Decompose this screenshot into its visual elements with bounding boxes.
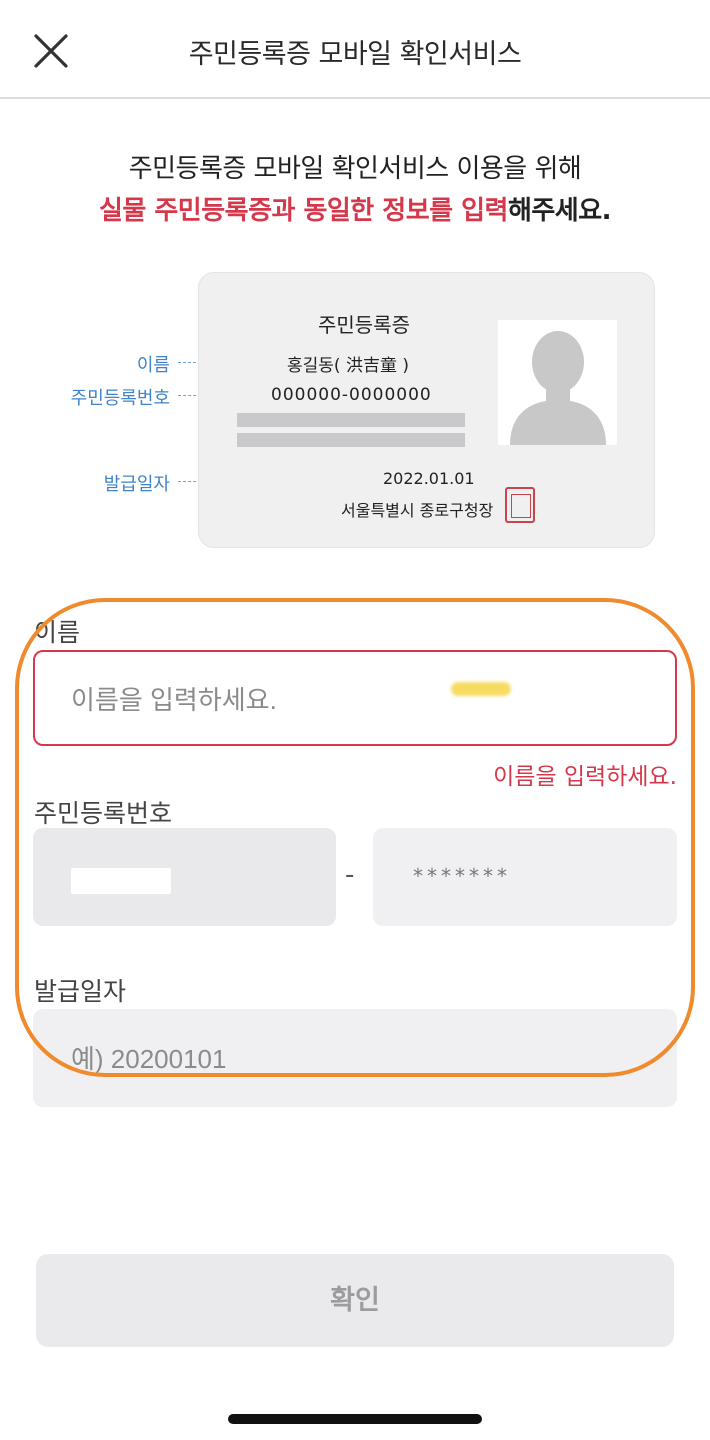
- intro-line-2: 실물 주민등록증과 동일한 정보를 입력해주세요.: [0, 190, 710, 232]
- rrn-separator: -: [345, 860, 355, 890]
- issue-date-label: 발급일자: [34, 977, 127, 1006]
- redacted-value: [71, 868, 171, 894]
- card-redacted-bar: [237, 413, 465, 427]
- intro-suffix: 해주세요.: [507, 196, 612, 226]
- issue-date-input[interactable]: [71, 1039, 631, 1079]
- home-indicator: [228, 1414, 482, 1424]
- rrn-front-input[interactable]: [33, 828, 336, 926]
- name-field[interactable]: [33, 650, 677, 746]
- rrn-back-masked: *******: [413, 864, 511, 888]
- annotation-issue-date-label: 발급일자: [103, 474, 170, 495]
- name-error-message: 이름을 입력하세요.: [493, 764, 677, 790]
- rrn-label: 주민등록번호: [34, 799, 173, 828]
- name-input[interactable]: [71, 680, 631, 720]
- card-name: 홍길동( 洪吉童 ): [287, 356, 409, 376]
- card-photo: [498, 320, 617, 445]
- intro-highlight: 실물 주민등록증과 동일한 정보를 입력: [99, 196, 508, 226]
- highlight-mark: [451, 682, 511, 696]
- card-title: 주민등록증: [318, 313, 410, 337]
- annotation-name-label: 이름: [136, 355, 170, 376]
- card-issue-date: 2022.01.01: [383, 469, 475, 488]
- page-title: 주민등록증 모바일 확인서비스: [188, 39, 522, 70]
- card-redacted-bar: [237, 433, 465, 447]
- card-issuer: 서울특별시 종로구청장: [341, 501, 494, 520]
- card-rrn: 000000-0000000: [271, 385, 432, 405]
- intro-text: 주민등록증 모바일 확인서비스 이용을 위해 실물 주민등록증과 동일한 정보를…: [0, 148, 710, 232]
- person-silhouette-icon: [510, 331, 606, 445]
- id-card-illustration: 주민등록증 홍길동( 洪吉童 ) 000000-0000000 2022.01.…: [198, 272, 655, 548]
- app-header: 주민등록증 모바일 확인서비스: [0, 0, 710, 99]
- intro-line-1: 주민등록증 모바일 확인서비스 이용을 위해: [128, 154, 582, 184]
- confirm-button[interactable]: 확인: [36, 1254, 674, 1347]
- rrn-back-input[interactable]: *******: [373, 828, 677, 926]
- annotation-rrn-label: 주민등록번호: [70, 388, 170, 409]
- name-label: 이름: [34, 618, 81, 647]
- issue-date-field[interactable]: [33, 1009, 677, 1107]
- seal-icon: [505, 487, 535, 523]
